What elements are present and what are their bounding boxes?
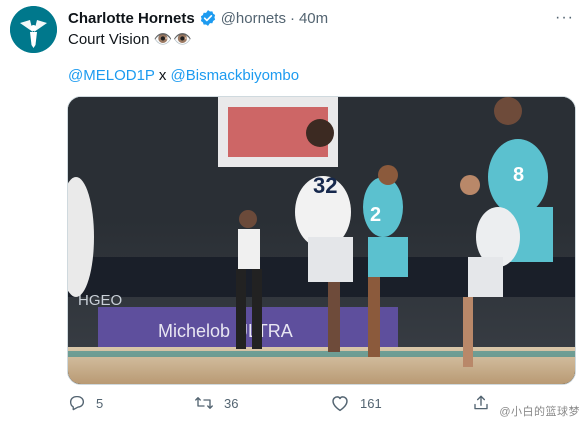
separator-dot: ·: [289, 9, 295, 27]
retweet-button[interactable]: 36: [194, 394, 238, 412]
share-button[interactable]: [472, 394, 500, 412]
avatar-hornet-icon: [10, 6, 57, 53]
svg-text:Michelob ULTRA: Michelob ULTRA: [158, 321, 293, 341]
like-count: 161: [360, 395, 382, 411]
more-options-icon[interactable]: ···: [555, 9, 574, 27]
mention-link-1[interactable]: @MELOD1P: [68, 67, 155, 84]
tweet-time[interactable]: 40m: [299, 10, 328, 27]
tweet-card[interactable]: Charlotte Hornets @hornets · 40m ··· Cou…: [0, 0, 588, 427]
svg-text:2: 2: [370, 204, 381, 226]
tweet-actions: 5 36 161: [68, 394, 568, 416]
avatar[interactable]: [10, 6, 57, 53]
retweet-count: 36: [224, 395, 239, 411]
reply-icon: [69, 395, 85, 411]
verified-badge-icon: [199, 9, 217, 27]
tweet-header: Charlotte Hornets @hornets · 40m: [68, 8, 328, 28]
mention-link-2[interactable]: @Bismackbiyombo: [171, 67, 300, 84]
video-frame: HGEO Michelob ULTRA 32 2 8: [68, 97, 575, 384]
reply-button[interactable]: 5: [68, 394, 103, 412]
tweet-video-media[interactable]: HGEO Michelob ULTRA 32 2 8: [67, 96, 576, 385]
tweet-text-body: Court Vision: [68, 31, 150, 48]
author-handle[interactable]: @hornets: [221, 10, 286, 27]
svg-text:32: 32: [313, 173, 337, 198]
mention-joiner: x: [158, 67, 167, 84]
svg-text:HGEO: HGEO: [78, 292, 122, 309]
svg-text:8: 8: [513, 164, 524, 186]
retweet-icon: [195, 397, 213, 409]
like-icon: [332, 396, 348, 412]
watermark: @小白的篮球梦: [499, 406, 580, 418]
eyes-emoji: 👁️👁️: [153, 31, 193, 48]
author-name[interactable]: Charlotte Hornets: [68, 10, 195, 27]
tweet-text: Court Vision 👁️👁️: [68, 30, 193, 50]
like-button[interactable]: 161: [330, 394, 382, 412]
tweet-mentions: @MELOD1P x @Bismackbiyombo: [68, 66, 299, 86]
share-icon: [474, 395, 488, 410]
reply-count: 5: [96, 395, 104, 411]
